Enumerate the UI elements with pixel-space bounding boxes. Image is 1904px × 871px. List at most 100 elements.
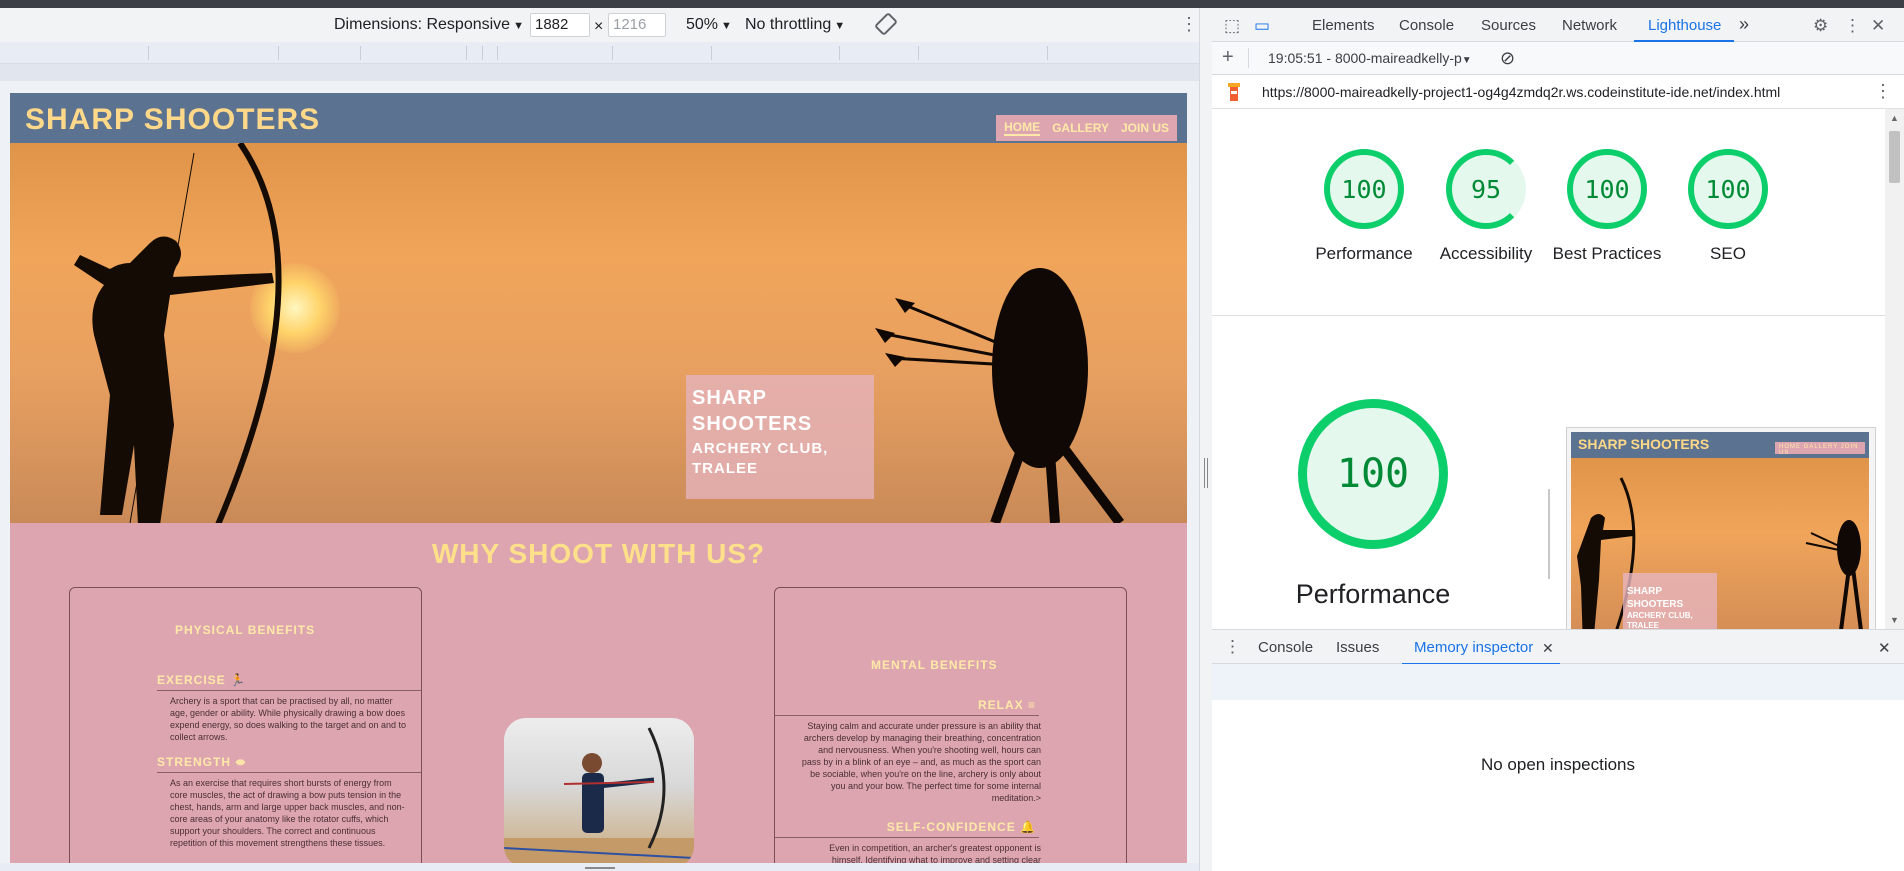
benefit-text: Archery is a sport that can be practised… bbox=[170, 696, 406, 742]
benefit-heading-text: STRENGTH bbox=[157, 755, 231, 769]
scroll-down-icon[interactable]: ▼ bbox=[1890, 615, 1899, 625]
close-devtools-icon[interactable]: ✕ bbox=[1871, 16, 1885, 36]
archer-silhouette-image bbox=[74, 143, 1124, 523]
section-divider bbox=[1212, 315, 1885, 316]
scroll-up-icon[interactable]: ▲ bbox=[1890, 113, 1899, 123]
card-title: PHYSICAL BENEFITS bbox=[175, 623, 316, 637]
divider bbox=[157, 690, 421, 691]
close-tab-icon[interactable]: ✕ bbox=[1542, 640, 1554, 657]
report-menu-icon[interactable]: ⋮ bbox=[1874, 81, 1892, 102]
rotate-icon[interactable] bbox=[874, 12, 898, 41]
dimensions-dropdown[interactable]: Dimensions: Responsive ▼ bbox=[334, 16, 524, 34]
site-nav-menu: HOME GALLERY JOIN US bbox=[996, 115, 1177, 141]
site-logo[interactable]: SHARP SHOOTERS bbox=[25, 103, 320, 137]
score-gauge-performance[interactable]: 100 bbox=[1324, 149, 1404, 229]
main-performance-title: Performance bbox=[1295, 579, 1451, 609]
more-options-icon[interactable]: ⋮ bbox=[1844, 16, 1861, 36]
throttling-dropdown[interactable]: No throttling ▼ bbox=[745, 16, 845, 34]
nav-link-gallery[interactable]: GALLERY bbox=[1052, 121, 1109, 135]
tab-lighthouse[interactable]: Lighthouse bbox=[1648, 17, 1721, 34]
drawer-tab-bar: ⋮ Console Issues Memory inspector ✕ ✕ bbox=[1212, 629, 1904, 665]
card-title: MENTAL BENEFITS bbox=[871, 658, 998, 672]
zoom-dropdown[interactable]: 50% ▼ bbox=[686, 16, 732, 34]
bars-icon: ≡ bbox=[1027, 698, 1036, 712]
report-select-dropdown[interactable]: 19:05:51 - 8000-maireadkelly-p▼ bbox=[1268, 50, 1472, 66]
drawer-tab-issues[interactable]: Issues bbox=[1336, 639, 1379, 656]
lighthouse-report: 100 Performance 95 Accessibility 100 Bes… bbox=[1212, 109, 1885, 629]
archer-photo-image bbox=[504, 727, 694, 863]
dimensions-label: Dimensions: Responsive bbox=[334, 16, 511, 33]
score-label: Best Practices bbox=[1552, 244, 1662, 263]
zoom-label: 50% bbox=[686, 16, 719, 33]
media-query-ruler-secondary bbox=[0, 64, 1199, 81]
report-url[interactable]: https://8000-maireadkelly-project1-og4g4… bbox=[1262, 84, 1780, 100]
score-label: Accessibility bbox=[1439, 244, 1533, 263]
throttling-label: No throttling bbox=[745, 16, 832, 33]
scrollbar-thumb[interactable] bbox=[1889, 131, 1900, 183]
settings-gear-icon[interactable]: ⚙ bbox=[1813, 16, 1828, 36]
width-input[interactable]: 1882 bbox=[530, 13, 590, 37]
caret-down-icon: ▼ bbox=[1461, 55, 1472, 66]
device-emulation-pane: Dimensions: Responsive ▼ 1882 × 1216 50% ▼… bbox=[0, 8, 1199, 871]
section-title: WHY SHOOT WITH US? bbox=[431, 538, 766, 569]
divider bbox=[775, 837, 1039, 838]
drawer-tab-memory-inspector[interactable]: Memory inspector bbox=[1414, 639, 1533, 656]
website-viewport: SHARP SHOOTERS HOME GALLERY JOIN US SHAR… bbox=[10, 93, 1187, 863]
benefit-heading: EXERCISE 🏃 bbox=[157, 673, 246, 687]
tab-elements[interactable]: Elements bbox=[1312, 17, 1375, 34]
thumbnail-menu: HOME GALLERY JOIN US bbox=[1775, 442, 1865, 456]
thumbnail-card: SHARP SHOOTERS ARCHERY CLUB, TRALEE bbox=[1623, 573, 1717, 629]
benefit-text: Even in competition, an archer's greates… bbox=[829, 843, 1041, 863]
clear-reports-icon[interactable]: ⊘ bbox=[1500, 48, 1515, 69]
height-input[interactable]: 1216 bbox=[608, 13, 666, 37]
hero-subtitle: ARCHERY CLUB, TRALEE bbox=[692, 440, 829, 477]
device-toggle-icon[interactable]: ▭ bbox=[1254, 16, 1270, 36]
viewport-resize-bar[interactable] bbox=[0, 863, 1199, 871]
benefit-heading-text: EXERCISE bbox=[157, 673, 226, 687]
toolbar-divider bbox=[1248, 48, 1249, 68]
device-toolbar: Dimensions: Responsive ▼ 1882 × 1216 50% ▼… bbox=[0, 8, 1199, 42]
tab-console[interactable]: Console bbox=[1399, 17, 1454, 34]
vertical-divider bbox=[1548, 489, 1550, 579]
drawer-toolbar bbox=[1212, 664, 1904, 700]
resize-handle-icon[interactable] bbox=[585, 867, 615, 869]
tab-network[interactable]: Network bbox=[1562, 17, 1617, 34]
benefit-heading: RELAX ≡ bbox=[978, 698, 1036, 712]
lighthouse-toolbar: + 19:05:51 - 8000-maireadkelly-p▼ ⊘ bbox=[1212, 42, 1904, 75]
hero-title-card: SHARP SHOOTERS ARCHERY CLUB, TRALEE bbox=[686, 375, 874, 499]
new-report-plus-icon[interactable]: + bbox=[1222, 46, 1234, 69]
tab-sources[interactable]: Sources bbox=[1481, 17, 1536, 34]
report-url-bar: https://8000-maireadkelly-project1-og4g4… bbox=[1212, 75, 1904, 109]
devtools-tab-bar: ⬚ ▭ Elements Console Sources Network Lig… bbox=[1212, 8, 1904, 42]
benefit-heading: STRENGTH ⇼ bbox=[157, 755, 246, 769]
running-person-icon: 🏃 bbox=[230, 673, 246, 687]
more-tabs-icon[interactable]: » bbox=[1739, 14, 1749, 35]
benefit-heading-text: SELF-CONFIDENCE bbox=[886, 820, 1016, 834]
score-gauge-best-practices[interactable]: 100 bbox=[1567, 149, 1647, 229]
archer-photo bbox=[504, 718, 694, 863]
drawer-menu-icon[interactable]: ⋮ bbox=[1224, 637, 1241, 657]
report-scrollbar[interactable]: ▲ ▼ bbox=[1885, 109, 1904, 629]
nav-link-join-us[interactable]: JOIN US bbox=[1121, 121, 1169, 135]
thumbnail-card-title: SHARP SHOOTERS bbox=[1627, 586, 1684, 610]
thumbnail-card-subtitle: ARCHERY CLUB, TRALEE bbox=[1627, 611, 1693, 629]
caret-down-icon: ▼ bbox=[834, 20, 846, 32]
inspect-element-icon[interactable]: ⬚ bbox=[1224, 16, 1240, 36]
nav-link-home[interactable]: HOME bbox=[1004, 120, 1041, 136]
score-gauge-seo[interactable]: 100 bbox=[1688, 149, 1768, 229]
score-gauge-accessibility[interactable]: 95 bbox=[1446, 149, 1526, 229]
divider bbox=[157, 772, 421, 773]
splitter-grip-icon[interactable] bbox=[1204, 458, 1208, 488]
hero-image: SHARP SHOOTERS ARCHERY CLUB, TRALEE bbox=[10, 143, 1187, 523]
panel-splitter[interactable] bbox=[1199, 8, 1212, 871]
drawer-tab-console[interactable]: Console bbox=[1258, 639, 1313, 656]
close-drawer-icon[interactable]: ✕ bbox=[1878, 639, 1891, 657]
report-select-label: 19:05:51 - 8000-maireadkelly-p bbox=[1268, 50, 1462, 66]
lighthouse-logo-icon bbox=[1224, 81, 1244, 107]
times-sign: × bbox=[594, 18, 604, 35]
thumbnail-hero: SHARP SHOOTERS ARCHERY CLUB, TRALEE bbox=[1571, 458, 1869, 629]
window-top-strip bbox=[0, 0, 1904, 8]
thumbnail-header: SHARP SHOOTERS HOME GALLERY JOIN US bbox=[1571, 432, 1869, 458]
more-options-icon[interactable]: ⋮ bbox=[1180, 14, 1198, 35]
mental-benefits-card: MENTAL BENEFITS RELAX ≡ Staying calm and… bbox=[774, 587, 1127, 863]
